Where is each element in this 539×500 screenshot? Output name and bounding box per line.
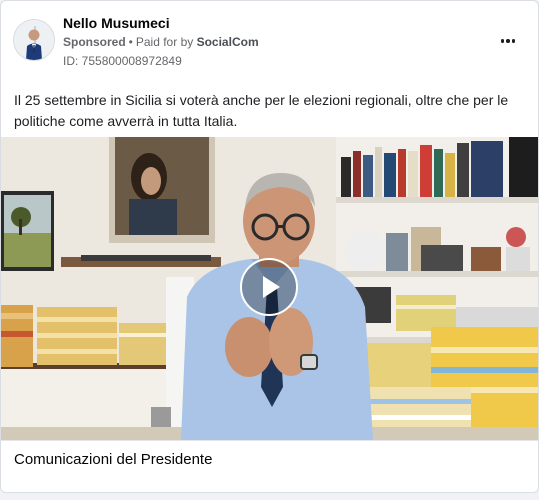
ad-body-text: Il 25 settembre in Sicilia si voterà anc…	[14, 92, 509, 129]
play-button[interactable]	[240, 258, 298, 316]
media-caption: Comunicazioni del Presidente	[14, 451, 213, 468]
sponsorship-line: Sponsored • Paid for by SocialCom	[63, 35, 259, 49]
media-caption-bar[interactable]: Comunicazioni del Presidente	[1, 440, 538, 492]
play-icon	[263, 276, 280, 298]
separator-dot: •	[128, 35, 133, 49]
page-name[interactable]: Nello Musumeci	[63, 15, 170, 31]
ad-id: ID: 755800008972849	[63, 54, 182, 68]
paid-for-prefix: Paid for by	[135, 35, 194, 49]
paid-for-by-name: SocialCom	[196, 35, 259, 49]
ad-card: Nello Musumeci Sponsored • Paid for by Soc…	[0, 0, 539, 493]
page-avatar[interactable]	[13, 19, 55, 61]
video-thumbnail[interactable]	[1, 137, 538, 440]
more-options-button[interactable]	[494, 29, 522, 53]
sponsored-label: Sponsored	[63, 35, 126, 49]
avatar-image	[14, 20, 54, 60]
ad-header: Nello Musumeci Sponsored • Paid for by Soc…	[1, 1, 538, 81]
more-options-icon	[500, 39, 516, 43]
